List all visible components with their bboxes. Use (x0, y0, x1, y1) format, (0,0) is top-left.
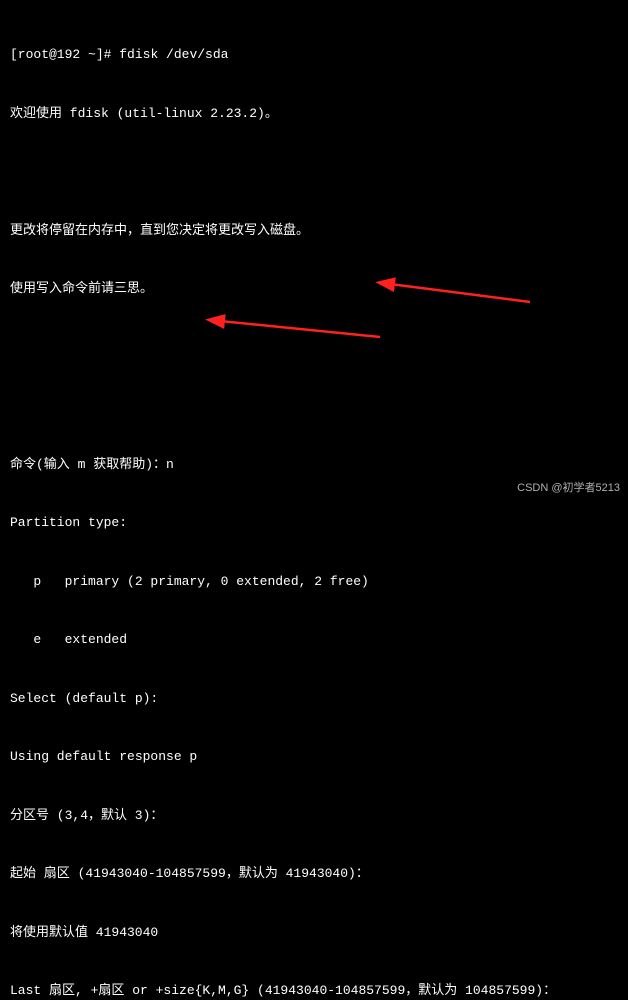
blank-line (10, 338, 618, 358)
blank-line (10, 396, 618, 416)
notice-line-2: 使用写入命令前请三思。 (10, 279, 618, 299)
blank-line (10, 162, 618, 182)
partition-number: 分区号 (3,4，默认 3)： (10, 806, 618, 826)
cmd-prompt-1: 命令(输入 m 获取帮助)：n (10, 455, 618, 475)
use-default-start: 将使用默认值 41943040 (10, 923, 618, 943)
start-sector: 起始 扇区 (41943040-104857599，默认为 41943040)： (10, 864, 618, 884)
welcome-line: 欢迎使用 fdisk (util-linux 2.23.2)。 (10, 104, 618, 124)
terminal-output[interactable]: [root@192 ~]# fdisk /dev/sda 欢迎使用 fdisk … (10, 6, 618, 1000)
notice-line-1: 更改将停留在内存中，直到您决定将更改写入磁盘。 (10, 221, 618, 241)
using-default: Using default response p (10, 747, 618, 767)
watermark: CSDN @初学者5213 (517, 480, 620, 497)
last-sector: Last 扇区, +扇区 or +size{K,M,G} (41943040-1… (10, 981, 618, 1000)
cmd-label: 命令(输入 m 获取帮助)： (10, 457, 166, 472)
command-text: fdisk /dev/sda (119, 47, 228, 62)
partition-type-primary: p primary (2 primary, 0 extended, 2 free… (10, 572, 618, 592)
prompt-user-host: [root@192 ~]# (10, 47, 111, 62)
partition-type-label: Partition type: (10, 513, 618, 533)
cmd-input: n (166, 457, 174, 472)
prompt-line-1: [root@192 ~]# fdisk /dev/sda (10, 45, 618, 65)
select-default: Select (default p): (10, 689, 618, 709)
partition-type-extended: e extended (10, 630, 618, 650)
